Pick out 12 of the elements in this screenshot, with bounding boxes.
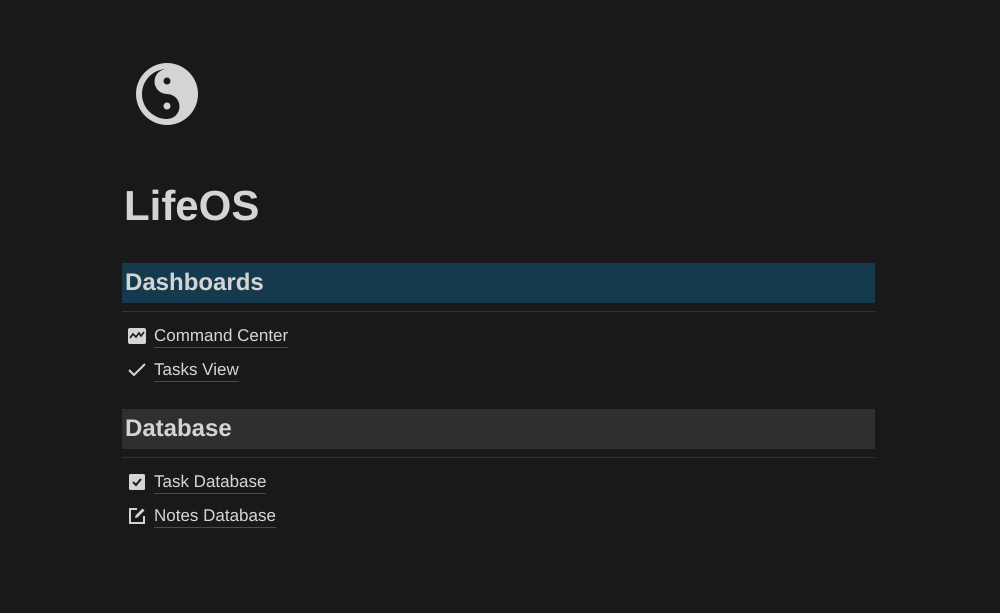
section-heading: Dashboards <box>122 263 875 303</box>
page-link[interactable]: Command Center <box>154 324 288 348</box>
chart-icon <box>128 328 146 344</box>
page-link[interactable]: Task Database <box>154 470 266 494</box>
page-link[interactable]: Notes Database <box>154 504 276 528</box>
yin-yang-icon <box>136 63 198 125</box>
page-link[interactable]: Tasks View <box>154 358 239 382</box>
section-heading: Database <box>122 409 875 449</box>
edit-icon <box>128 507 146 525</box>
check-icon <box>128 363 146 377</box>
checkbox-icon <box>129 474 145 490</box>
page-title: LifeOS <box>124 182 260 230</box>
